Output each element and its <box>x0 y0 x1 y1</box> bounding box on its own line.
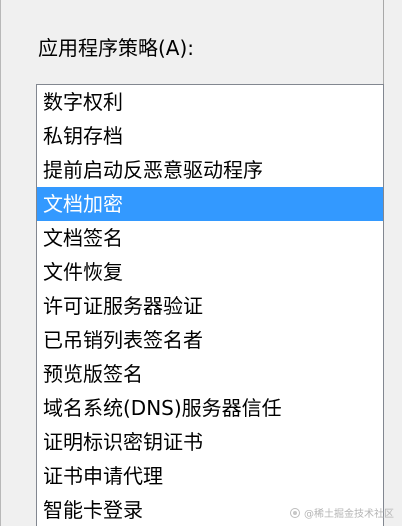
list-item-attestation-identity-key-certificate[interactable]: 证明标识密钥证书 <box>37 425 383 459</box>
watermark-text: @稀土掘金技术社区 <box>304 509 394 520</box>
list-item-document-encryption[interactable]: 文档加密 <box>37 187 383 221</box>
list-item-digital-rights[interactable]: 数字权利 <box>37 85 383 119</box>
list-item-revoked-list-signer[interactable]: 已吊销列表签名者 <box>37 323 383 357</box>
juejin-logo-icon <box>290 507 300 518</box>
application-policy-panel: 应用程序策略(A): 数字权利 私钥存档 提前启动反恶意驱动程序 文档加密 文档… <box>0 0 402 526</box>
right-frame-border <box>383 0 402 526</box>
list-item-document-signing[interactable]: 文档签名 <box>37 221 383 255</box>
left-border <box>0 0 1 526</box>
watermark: @稀土掘金技术社区 <box>290 505 394 520</box>
list-item-private-key-archive[interactable]: 私钥存档 <box>37 119 383 153</box>
list-item-license-server-verification[interactable]: 许可证服务器验证 <box>37 289 383 323</box>
application-policy-listbox[interactable]: 数字权利 私钥存档 提前启动反恶意驱动程序 文档加密 文档签名 文件恢复 许可证… <box>36 84 384 526</box>
application-policy-label: 应用程序策略(A): <box>38 36 195 60</box>
list-item-preview-build-signing[interactable]: 预览版签名 <box>37 357 383 391</box>
list-item-certificate-request-agent[interactable]: 证书申请代理 <box>37 459 383 493</box>
list-item-early-launch-antimalware-driver[interactable]: 提前启动反恶意驱动程序 <box>37 153 383 187</box>
list-item-dns-server-trust[interactable]: 域名系统(DNS)服务器信任 <box>37 391 383 425</box>
list-item-file-recovery[interactable]: 文件恢复 <box>37 255 383 289</box>
